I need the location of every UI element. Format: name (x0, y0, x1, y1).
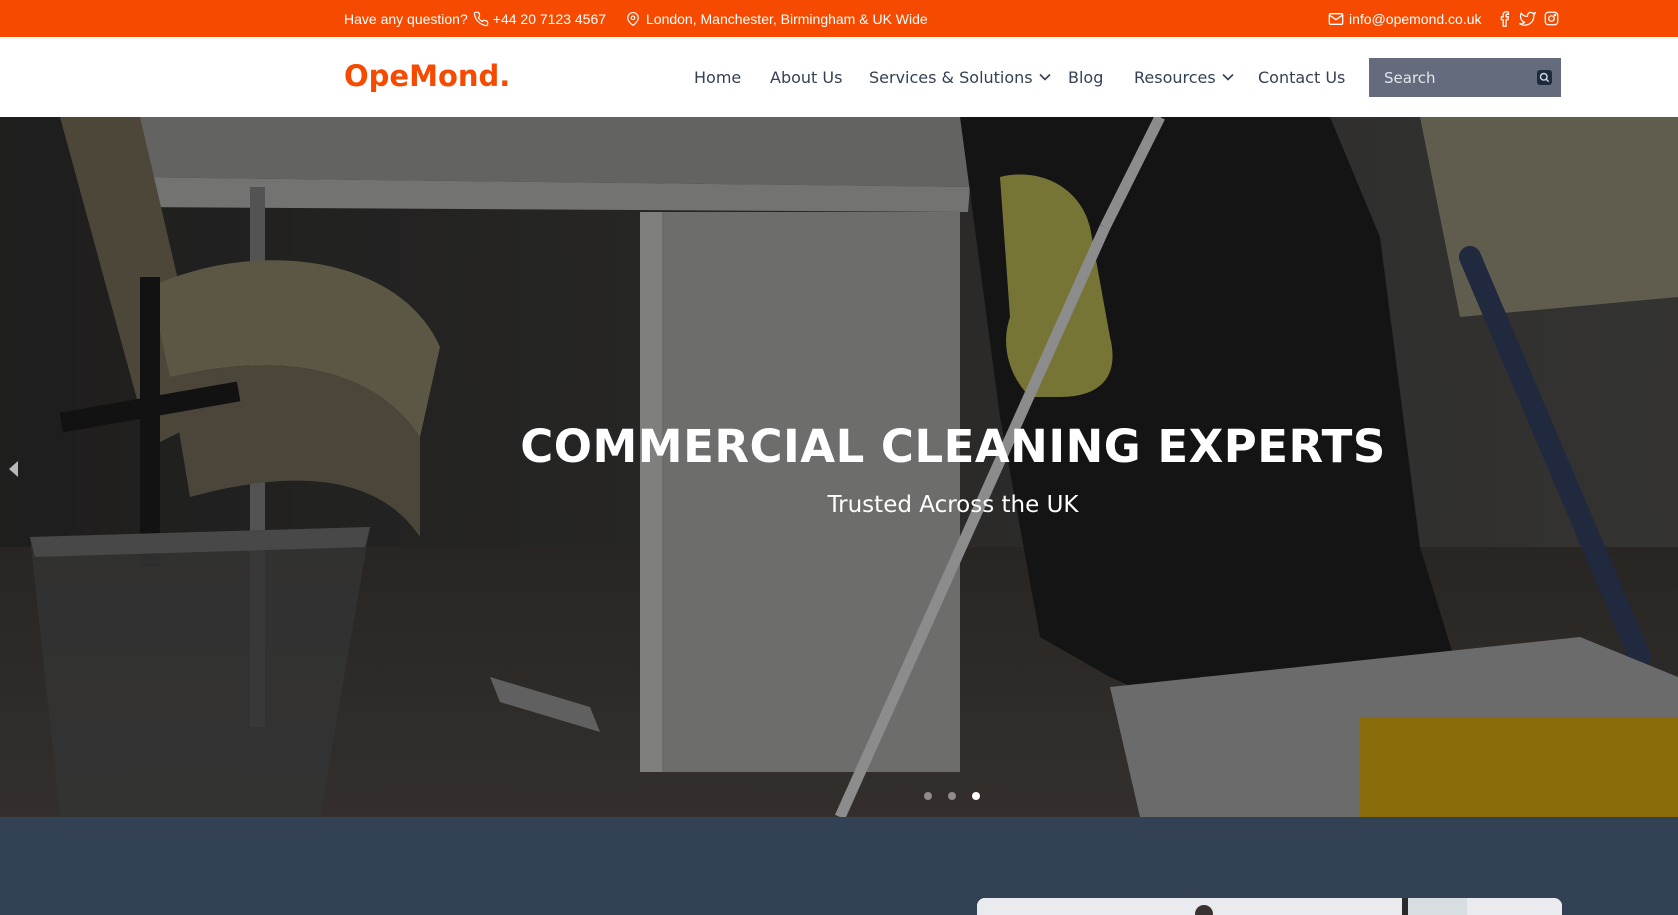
hero-subtitle: Trusted Across the UK (827, 492, 1079, 518)
nav-home[interactable]: Home (694, 37, 741, 117)
location-pin-icon (626, 11, 640, 27)
nav-blog-label: Blog (1068, 67, 1104, 87)
main-navbar: OpeMond. Home About Us Services & Soluti… (0, 37, 1678, 117)
nav-services-solutions[interactable]: Services & Solutions (869, 37, 1051, 117)
nav-contact-label: Contact Us (1258, 67, 1346, 87)
slider-dot-1[interactable] (924, 792, 932, 800)
slider-dot-3[interactable] (972, 792, 980, 800)
mail-icon (1328, 12, 1344, 26)
nav-contact-us[interactable]: Contact Us (1258, 37, 1345, 117)
question-label: Have any question? (344, 10, 468, 27)
chevron-down-icon (1222, 73, 1234, 81)
facebook-icon[interactable] (1499, 10, 1511, 27)
site-logo[interactable]: OpeMond. (344, 59, 510, 93)
contact-question: Have any question? +44 20 7123 4567 (344, 0, 606, 37)
nav-blog[interactable]: Blog (1068, 37, 1103, 117)
hero-slider: COMMERCIAL CLEANING EXPERTS Trusted Acro… (0, 117, 1678, 817)
locations: London, Manchester, Birmingham & UK Wide (626, 0, 928, 37)
top-info-bar: Have any question? +44 20 7123 4567 Lond… (0, 0, 1678, 37)
twitter-icon[interactable] (1519, 11, 1536, 26)
nav-about-us[interactable]: About Us (770, 37, 842, 117)
nav-about-label: About Us (770, 67, 843, 87)
email-link[interactable]: info@opemond.co.uk (1349, 11, 1482, 27)
search-input[interactable] (1369, 58, 1529, 97)
social-links (1499, 0, 1559, 37)
nav-resources-label: Resources (1134, 67, 1216, 87)
slider-dot-2[interactable] (948, 792, 956, 800)
slider-dots (924, 792, 980, 800)
instagram-icon[interactable] (1544, 11, 1559, 26)
nav-home-label: Home (694, 67, 742, 87)
nav-resources[interactable]: Resources (1134, 37, 1234, 117)
feature-image (977, 898, 1562, 915)
phone-icon (473, 11, 489, 27)
feature-image-card (977, 898, 1562, 915)
phone-link[interactable]: +44 20 7123 4567 (493, 11, 606, 27)
chevron-down-icon (1039, 73, 1051, 81)
hero-title: COMMERCIAL CLEANING EXPERTS (520, 420, 1386, 473)
email-contact[interactable]: info@opemond.co.uk (1328, 0, 1482, 37)
search-icon[interactable] (1537, 70, 1552, 85)
nav-services-label: Services & Solutions (869, 67, 1033, 87)
locations-text: London, Manchester, Birmingham & UK Wide (646, 10, 928, 27)
lower-section (0, 817, 1678, 915)
search-box (1369, 58, 1561, 97)
